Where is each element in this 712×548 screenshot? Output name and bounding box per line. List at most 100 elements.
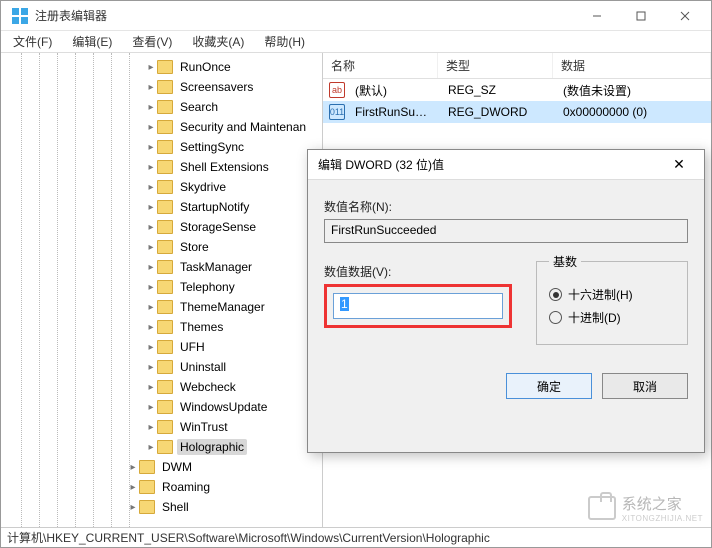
edit-dword-dialog: 编辑 DWORD (32 位)值 ✕ 数值名称(N): FirstRunSucc… xyxy=(307,149,705,453)
tree-item[interactable]: ▸TaskManager xyxy=(5,257,322,277)
col-header-data[interactable]: 数据 xyxy=(553,53,711,78)
menu-file[interactable]: 文件(F) xyxy=(7,31,58,52)
expand-icon[interactable]: ▸ xyxy=(145,102,157,113)
tree-item[interactable]: ▸DWM xyxy=(5,457,322,477)
string-value-icon: ab xyxy=(329,82,345,98)
tree-item[interactable]: ▸ Roaming xyxy=(5,477,322,497)
tree-item[interactable]: ▸Shell Extensions xyxy=(5,157,322,177)
expand-icon[interactable]: ▸ xyxy=(145,122,157,133)
tree-item[interactable]: ▸ Store xyxy=(5,237,322,257)
tree-item[interactable]: ▸ Uninstall xyxy=(5,357,322,377)
tree-item-label: UFH xyxy=(177,339,208,355)
folder-icon xyxy=(157,260,173,274)
expand-icon[interactable]: ▸ xyxy=(145,322,157,333)
tree-item[interactable]: ▸ Holographic xyxy=(5,437,322,457)
expand-icon[interactable]: ▸ xyxy=(145,142,157,153)
list-header: 名称 类型 数据 xyxy=(323,53,711,79)
expand-icon[interactable]: ▸ xyxy=(127,462,139,473)
expand-icon[interactable]: ▸ xyxy=(145,282,157,293)
folder-icon xyxy=(157,300,173,314)
list-row[interactable]: ab(默认)REG_SZ(数值未设置) xyxy=(323,79,711,101)
col-header-type[interactable]: 类型 xyxy=(438,53,553,78)
tree-item[interactable]: ▸ThemeManager xyxy=(5,297,322,317)
cell-name: (默认) xyxy=(347,80,440,101)
tree-item[interactable]: ▸Security and Maintenan xyxy=(5,117,322,137)
statusbar-path: 计算机\HKEY_CURRENT_USER\Software\Microsoft… xyxy=(7,529,490,546)
expand-icon[interactable]: ▸ xyxy=(145,362,157,373)
expand-icon[interactable]: ▸ xyxy=(145,422,157,433)
maximize-button[interactable] xyxy=(619,1,663,31)
tree-item-label: StorageSense xyxy=(177,219,259,235)
expand-icon[interactable]: ▸ xyxy=(145,302,157,313)
tree-item[interactable]: ▸Skydrive xyxy=(5,177,322,197)
value-data-highlight: 1 xyxy=(324,284,512,328)
folder-icon xyxy=(157,220,173,234)
cell-type: REG_SZ xyxy=(440,81,555,99)
ok-button[interactable]: 确定 xyxy=(506,373,592,399)
expand-icon[interactable]: ▸ xyxy=(145,202,157,213)
window-title: 注册表编辑器 xyxy=(35,7,575,24)
expand-icon[interactable]: ▸ xyxy=(127,482,139,493)
tree-item-label: Uninstall xyxy=(177,359,229,375)
expand-icon[interactable]: ▸ xyxy=(145,222,157,233)
close-button[interactable] xyxy=(663,1,707,31)
expand-icon[interactable]: ▸ xyxy=(145,262,157,273)
tree-item[interactable]: ▸WindowsUpdate xyxy=(5,397,322,417)
tree-item-label: Store xyxy=(177,239,212,255)
folder-icon xyxy=(157,60,173,74)
tree-item[interactable]: ▸WinTrust xyxy=(5,417,322,437)
tree-item-label: Roaming xyxy=(159,479,213,495)
expand-icon[interactable]: ▸ xyxy=(145,442,157,453)
expand-icon[interactable]: ▸ xyxy=(145,82,157,93)
value-name-field[interactable]: FirstRunSucceeded xyxy=(324,219,688,243)
tree-item[interactable]: ▸StartupNotify xyxy=(5,197,322,217)
tree-item[interactable]: ▸ StorageSense xyxy=(5,217,322,237)
menu-help[interactable]: 帮助(H) xyxy=(258,31,311,52)
registry-tree[interactable]: ▸RunOnce▸Screensavers▸Search▸Security an… xyxy=(1,53,323,529)
folder-icon xyxy=(157,280,173,294)
expand-icon[interactable]: ▸ xyxy=(145,242,157,253)
tree-item[interactable]: ▸ UFH xyxy=(5,337,322,357)
dialog-close-button[interactable]: ✕ xyxy=(664,156,694,173)
menubar: 文件(F) 编辑(E) 查看(V) 收藏夹(A) 帮助(H) xyxy=(1,31,711,53)
cancel-button[interactable]: 取消 xyxy=(602,373,688,399)
col-header-name[interactable]: 名称 xyxy=(323,53,438,78)
menu-view[interactable]: 查看(V) xyxy=(126,31,178,52)
expand-icon[interactable]: ▸ xyxy=(127,502,139,513)
value-data-label: 数值数据(V): xyxy=(324,263,512,280)
expand-icon[interactable]: ▸ xyxy=(145,62,157,73)
folder-icon xyxy=(157,340,173,354)
tree-item[interactable]: ▸Search xyxy=(5,97,322,117)
radio-dec[interactable]: 十进制(D) xyxy=(549,309,675,326)
tree-item-label: Themes xyxy=(177,319,226,335)
folder-icon xyxy=(157,420,173,434)
expand-icon[interactable]: ▸ xyxy=(145,342,157,353)
cell-data: (数值未设置) xyxy=(555,80,711,101)
tree-item[interactable]: ▸RunOnce xyxy=(5,57,322,77)
statusbar: 计算机\HKEY_CURRENT_USER\Software\Microsoft… xyxy=(1,527,711,547)
tree-item[interactable]: ▸ Screensavers xyxy=(5,77,322,97)
cell-name: FirstRunSucce... xyxy=(347,103,440,121)
tree-item-label: Screensavers xyxy=(177,79,256,95)
tree-item[interactable]: ▸Telephony xyxy=(5,277,322,297)
tree-item[interactable]: ▸ Themes xyxy=(5,317,322,337)
tree-item[interactable]: ▸SettingSync xyxy=(5,137,322,157)
folder-icon xyxy=(157,140,173,154)
tree-item-label: Holographic xyxy=(177,439,247,455)
menu-favorites[interactable]: 收藏夹(A) xyxy=(186,31,250,52)
menu-edit[interactable]: 编辑(E) xyxy=(66,31,118,52)
radio-hex[interactable]: 十六进制(H) xyxy=(549,286,675,303)
minimize-button[interactable] xyxy=(575,1,619,31)
value-data-input[interactable]: 1 xyxy=(333,293,503,319)
expand-icon[interactable]: ▸ xyxy=(145,382,157,393)
tree-item[interactable]: ▸Webcheck xyxy=(5,377,322,397)
folder-icon xyxy=(157,400,173,414)
expand-icon[interactable]: ▸ xyxy=(145,162,157,173)
watermark-sub: XITONGZHIJIA.NET xyxy=(622,514,703,523)
tree-item[interactable]: ▸Shell xyxy=(5,497,322,517)
dialog-titlebar[interactable]: 编辑 DWORD (32 位)值 ✕ xyxy=(308,150,704,180)
expand-icon[interactable]: ▸ xyxy=(145,402,157,413)
expand-icon[interactable]: ▸ xyxy=(145,182,157,193)
list-row[interactable]: 011FirstRunSucce...REG_DWORD0x00000000 (… xyxy=(323,101,711,123)
folder-icon xyxy=(157,240,173,254)
